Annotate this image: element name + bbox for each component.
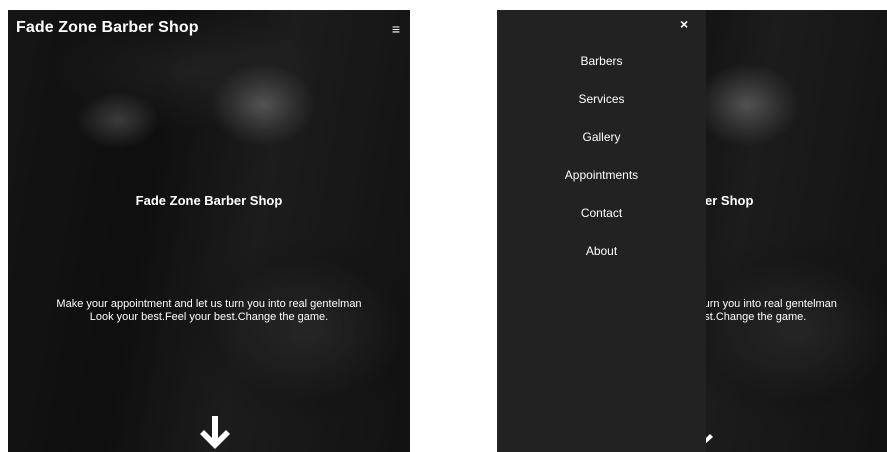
nav-item-contact[interactable]: Contact [497,206,706,220]
brand-title[interactable]: Fade Zone Barber Shop [16,19,199,37]
hero-subtitle-line-1: s turn you into real gentelman [692,298,837,310]
screenshot-stage: Fade Zone Barber Shop ≡ Fade Zone Barber… [0,0,887,452]
nav-item-services[interactable]: Services [497,92,706,106]
hero-subtitle-line-2: best.Change the game. [692,311,807,323]
side-navigation-drawer: × Barbers Services Gallery Appointments … [497,10,706,452]
menu-icon[interactable]: ≡ [392,21,400,37]
close-icon[interactable]: × [680,16,688,32]
hero-subtitle-line-1: Make your appointment and let us turn yo… [56,298,362,310]
nav-item-appointments[interactable]: Appointments [497,168,706,182]
home-screen-view: Fade Zone Barber Shop ≡ Fade Zone Barber… [8,10,410,452]
nav-item-about[interactable]: About [497,244,706,258]
arrow-down-icon[interactable] [198,416,232,452]
hero-subtitle: Make your appointment and let us turn yo… [8,298,410,324]
hero-title: Fade Zone Barber Shop [135,193,283,208]
menu-open-view: rber Shop s turn you into real gentelman… [497,10,887,452]
hero-subtitle-line-2: Look your best.Feel your best.Change the… [89,311,329,323]
hero-subtitle-partial: s turn you into real gentelman best.Chan… [692,298,837,324]
nav-item-barbers[interactable]: Barbers [497,54,706,68]
hero-background-photo [8,10,410,452]
nav-item-gallery[interactable]: Gallery [497,130,706,144]
